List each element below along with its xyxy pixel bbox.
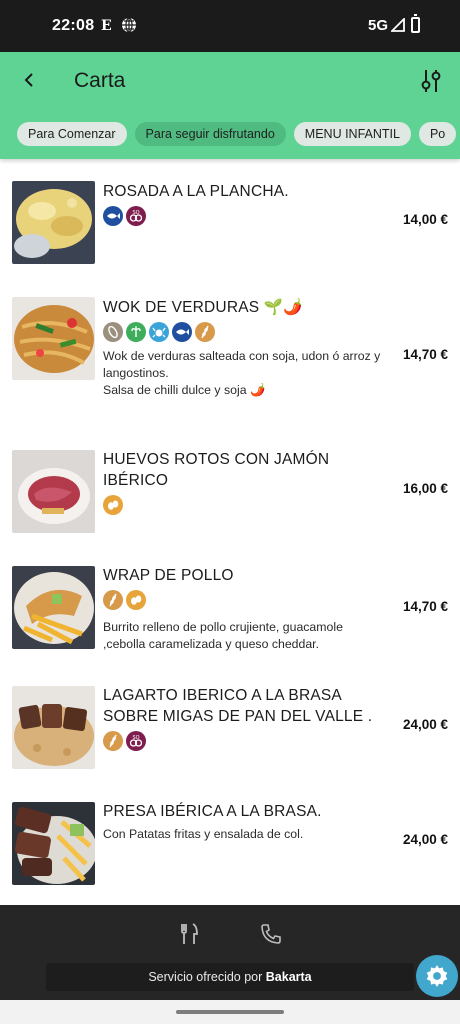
dish-name: WRAP DE POLLO bbox=[103, 567, 234, 584]
battery-icon bbox=[411, 14, 420, 33]
svg-text:SO: SO bbox=[132, 210, 139, 216]
dish-price: 14,00 € bbox=[402, 212, 448, 227]
sulphites-icon: SO bbox=[126, 206, 146, 226]
category-tabs: Para Comenzar Para seguir disfrutando MENU… bbox=[17, 122, 460, 146]
service-text: Servicio ofrecido por bbox=[148, 970, 266, 984]
status-time: 22:08 bbox=[52, 17, 95, 34]
home-gesture-bar[interactable] bbox=[176, 1010, 284, 1014]
dish-price: 14,70 € bbox=[402, 599, 448, 614]
dish-price: 16,00 € bbox=[402, 481, 448, 496]
allergen-list: SO bbox=[103, 731, 149, 751]
peanut-icon bbox=[103, 322, 123, 342]
app-header: Carta Para Comenzar Para seguir disfrutan… bbox=[0, 52, 460, 159]
menu-item-wok-de-verduras[interactable]: WOK DE VERDURAS 🌱🌶️ Wok de verduras salt… bbox=[0, 297, 460, 407]
svg-text:SO: SO bbox=[132, 735, 139, 741]
dish-name: ROSADA A LA PLANCHA. bbox=[103, 183, 289, 200]
sulphites-icon: SO bbox=[126, 731, 146, 751]
crustacean-icon bbox=[149, 322, 169, 342]
dish-name: LAGARTO IBERICO A LA BRASA SOBRE MIGAS D… bbox=[103, 687, 373, 725]
gear-icon bbox=[426, 965, 448, 987]
gluten-icon bbox=[103, 590, 123, 610]
settings-button[interactable] bbox=[416, 955, 458, 997]
dish-photo bbox=[12, 686, 95, 769]
menu-item-lagarto-iberico[interactable]: LAGARTO IBERICO A LA BRASA SOBRE MIGAS D… bbox=[0, 685, 460, 775]
back-arrow-icon[interactable] bbox=[18, 68, 42, 92]
dish-price: 24,00 € bbox=[402, 832, 448, 847]
celery-icon bbox=[126, 322, 146, 342]
status-bar: 22:08 E 5G bbox=[0, 0, 460, 52]
dish-photo bbox=[12, 450, 95, 533]
dish-photo bbox=[12, 181, 95, 264]
tab-para-seguir-disfrutando[interactable]: Para seguir disfrutando bbox=[134, 122, 286, 146]
dish-price: 14,70 € bbox=[402, 347, 448, 362]
tab-para-comenzar[interactable]: Para Comenzar bbox=[17, 122, 127, 146]
dish-name: PRESA IBÉRICA A LA BRASA. bbox=[103, 803, 322, 820]
allergen-list bbox=[103, 495, 126, 515]
signal-icon bbox=[391, 18, 405, 32]
dish-description: Con Patatas fritas y ensalada de col. bbox=[103, 827, 304, 841]
globe-icon bbox=[122, 17, 136, 33]
dish-name: WOK DE VERDURAS 🌱🌶️ bbox=[103, 299, 303, 316]
menu-item-presa-iberica[interactable]: PRESA IBÉRICA A LA BRASA. Con Patatas fr… bbox=[0, 801, 460, 891]
allergen-list: SO bbox=[103, 206, 149, 226]
page-title: Carta bbox=[74, 69, 126, 92]
gluten-icon bbox=[195, 322, 215, 342]
network-label: 5G bbox=[368, 17, 389, 34]
dish-description: Burrito relleno de pollo crujiente, guac… bbox=[103, 620, 343, 651]
fish-icon bbox=[103, 206, 123, 226]
service-credit: Servicio ofrecido por Bakarta bbox=[46, 963, 414, 991]
menu-item-wrap-de-pollo[interactable]: WRAP DE POLLO Burrito relleno de pollo c… bbox=[0, 565, 460, 655]
tab-postres[interactable]: Po bbox=[418, 122, 457, 146]
dish-photo bbox=[12, 566, 95, 649]
cutlery-icon[interactable] bbox=[177, 922, 201, 946]
dish-photo bbox=[12, 297, 95, 380]
dish-photo bbox=[12, 802, 95, 885]
fish-icon bbox=[172, 322, 192, 342]
gluten-icon bbox=[103, 731, 123, 751]
dish-name: HUEVOS ROTOS CON JAMÓN IBÉRICO bbox=[103, 451, 330, 489]
brand-name[interactable]: Bakarta bbox=[266, 970, 312, 984]
filter-sliders-icon[interactable] bbox=[419, 68, 443, 94]
bottom-bar: Servicio ofrecido por Bakarta bbox=[0, 905, 460, 1000]
tab-menu-infantil[interactable]: MENU INFANTIL bbox=[293, 122, 411, 146]
menu-item-rosada[interactable]: ROSADA A LA PLANCHA. SO 14,00 € bbox=[0, 181, 460, 271]
dish-description: Wok de verduras salteada con soja, udon … bbox=[103, 349, 381, 397]
allergen-list bbox=[103, 590, 149, 610]
dish-price: 24,00 € bbox=[402, 717, 448, 732]
system-nav-bar bbox=[0, 1000, 460, 1024]
egg-icon bbox=[103, 495, 123, 515]
menu-list: ROSADA A LA PLANCHA. SO 14,00 € WOK DE V… bbox=[0, 159, 460, 905]
phone-icon[interactable] bbox=[259, 922, 283, 946]
carrier-e-icon: E bbox=[101, 18, 112, 34]
egg-icon bbox=[126, 590, 146, 610]
menu-item-huevos-rotos[interactable]: HUEVOS ROTOS CON JAMÓN IBÉRICO 16,00 € bbox=[0, 449, 460, 539]
allergen-list bbox=[103, 322, 218, 342]
